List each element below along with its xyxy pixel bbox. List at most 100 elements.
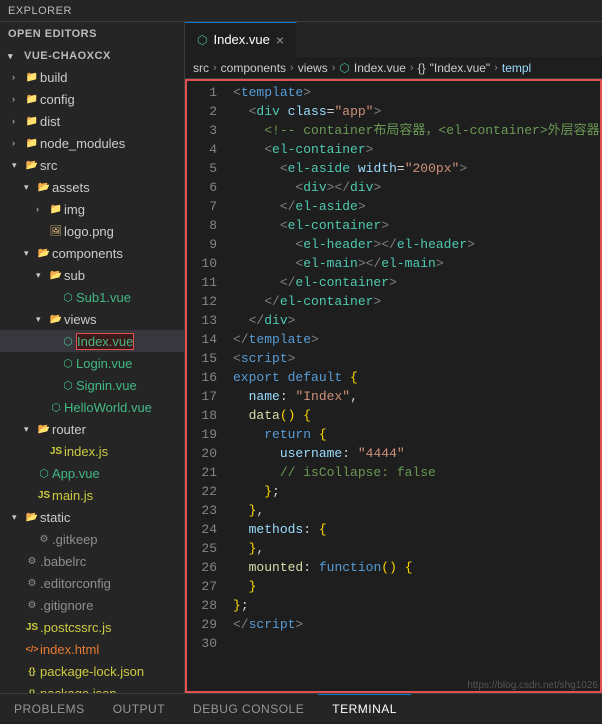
tree-item-Login.vue[interactable]: ⬡Login.vue [0,352,184,374]
code-line: <template> [233,83,594,102]
bottom-tab-debug[interactable]: DEBUG CONSOLE [179,694,318,724]
line-number: 18 [185,406,217,425]
tree-item-src[interactable]: ▾📂src [0,154,184,176]
tree-item-.babelrc[interactable]: ⚙.babelrc [0,550,184,572]
tree-item-sub[interactable]: ▾📂sub [0,264,184,286]
tree-item-label: dist [40,114,60,129]
line-number: 11 [185,273,217,292]
folder-icon: 📂 [48,311,64,327]
bottom-tab-problems[interactable]: PROBLEMS [0,694,99,724]
breadcrumb-sep4: › [410,62,414,74]
tree-item-router[interactable]: ▾📂router [0,418,184,440]
folder-icon: 📁 [48,201,64,217]
editor-pane: ⬡ Index.vue × src › components › views ›… [185,22,602,693]
breadcrumb-sep5: › [494,62,498,74]
tree-item-.postcssrc.js[interactable]: JS.postcssrc.js [0,616,184,638]
tree-item-package.json[interactable]: {}package.json [0,682,184,693]
tree-item-label: router [52,422,86,437]
tree-item-.editorconfig[interactable]: ⚙.editorconfig [0,572,184,594]
tree-item-package-lock.json[interactable]: {}package-lock.json [0,660,184,682]
folder-arrow: › [12,116,24,126]
code-line: export default { [233,368,594,387]
tree-item-node_modules[interactable]: ›📁node_modules [0,132,184,154]
dot-icon: ⚙ [24,553,40,569]
code-line: </el-container> [233,292,594,311]
tree-item-Index.vue[interactable]: ⬡Index.vue [0,330,184,352]
line-number: 17 [185,387,217,406]
tree-item-label: .gitkeep [52,532,98,547]
folder-icon: 📂 [36,245,52,261]
line-number: 23 [185,501,217,520]
tree-item-build[interactable]: ›📁build [0,66,184,88]
bottom-tab-output[interactable]: OUTPUT [99,694,179,724]
breadcrumb: src › components › views › ⬡ Index.vue ›… [185,57,602,79]
vue-icon: ⬡ [60,289,76,305]
breadcrumb-vue-icon: ⬡ [339,61,349,75]
line-number: 30 [185,634,217,653]
folder-arrow: ▾ [24,424,36,435]
tab-index-vue[interactable]: ⬡ Index.vue × [185,22,297,57]
code-line: // isCollapse: false [233,463,594,482]
tree-item-label: main.js [52,488,93,503]
line-number: 20 [185,444,217,463]
tree-item-components[interactable]: ▾📂components [0,242,184,264]
dot-icon: ⚙ [36,531,52,547]
tree-item-index.html[interactable]: </>index.html [0,638,184,660]
folder-icon: 📁 [24,69,40,85]
tree-item-HelloWorld.vue[interactable]: ⬡HelloWorld.vue [0,396,184,418]
project-section[interactable]: ▾ VUE-CHAOXCX [0,44,184,66]
tree-item-.gitignore[interactable]: ⚙.gitignore [0,594,184,616]
vue-icon: ⬡ [60,377,76,393]
folder-arrow: › [12,94,24,104]
tree-item-static[interactable]: ▾📂static [0,506,184,528]
line-number: 7 [185,197,217,216]
code-line: <el-container> [233,140,594,159]
folder-arrow: › [12,138,24,148]
tree-item-Signin.vue[interactable]: ⬡Signin.vue [0,374,184,396]
tree-item-views[interactable]: ▾📂views [0,308,184,330]
line-number: 4 [185,140,217,159]
line-number: 26 [185,558,217,577]
tree-item-assets[interactable]: ▾📂assets [0,176,184,198]
line-number: 8 [185,216,217,235]
folder-icon: 📂 [24,509,40,525]
breadcrumb-templ: templ [502,61,531,75]
tree-item-config[interactable]: ›📁config [0,88,184,110]
code-line: </template> [233,330,594,349]
line-number: 5 [185,159,217,178]
code-line: </script> [233,615,594,634]
tree-item-App.vue[interactable]: ⬡App.vue [0,462,184,484]
tab-label: Index.vue [213,32,269,47]
tree-item-label: logo.png [64,224,114,239]
tree-item-label: .editorconfig [40,576,111,591]
tab-close-button[interactable]: × [276,33,284,47]
json-icon: {} [24,685,40,693]
code-line: <!-- container布局容器，<el-container>外层容器 [233,121,594,140]
code-area: 1234567891011121314151617181920212223242… [185,79,602,693]
code-line: }, [233,539,594,558]
line-number: 14 [185,330,217,349]
code-line: return { [233,425,594,444]
tree-item-logo.png[interactable]: 🖼logo.png [0,220,184,242]
tree-item-main.js[interactable]: JSmain.js [0,484,184,506]
line-number: 6 [185,178,217,197]
breadcrumb-src: src [193,61,209,75]
tree-item-label: Signin.vue [76,378,137,393]
project-arrow: ▾ [8,51,20,62]
file-tree: ›📁build›📁config›📁dist›📁node_modules▾📂src… [0,66,184,693]
bottom-tab-terminal[interactable]: TERMINAL [318,694,411,724]
tree-item-img[interactable]: ›📁img [0,198,184,220]
line-number: 29 [185,615,217,634]
tree-item-Sub1.vue[interactable]: ⬡Sub1.vue [0,286,184,308]
tree-item-label: Index.vue [76,333,134,350]
code-content[interactable]: <template> <div class="app"> <!-- contai… [225,79,602,693]
json-icon: {} [24,663,40,679]
folder-arrow: ▾ [36,270,48,281]
tree-item-label: sub [64,268,85,283]
js-icon: JS [36,487,52,503]
tree-item-dist[interactable]: ›📁dist [0,110,184,132]
tree-item-.gitkeep[interactable]: ⚙.gitkeep [0,528,184,550]
js-icon: JS [24,619,40,635]
line-number: 24 [185,520,217,539]
tree-item-index.js[interactable]: JSindex.js [0,440,184,462]
